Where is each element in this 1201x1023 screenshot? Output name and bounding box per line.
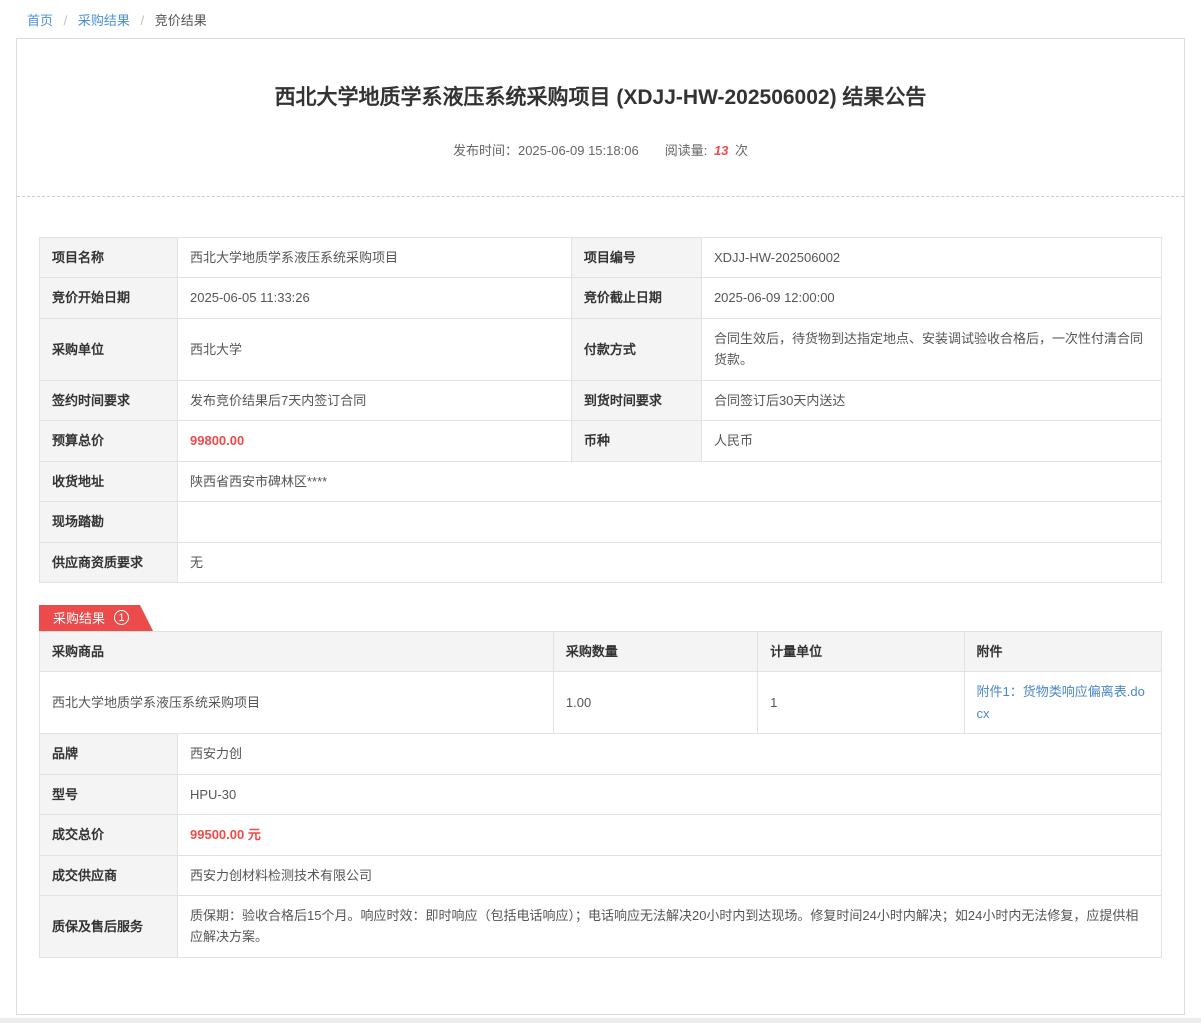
info-value: 陕西省西安市碑林区**** bbox=[178, 461, 1162, 501]
publish-time-label: 发布时间： bbox=[453, 143, 518, 158]
attachment-link[interactable]: 附件1：货物类响应偏离表.docx bbox=[977, 684, 1145, 720]
result-badge-row: 采购结果 1 bbox=[39, 605, 1162, 631]
project-info-table: 项目名称 西北大学地质学系液压系统采购项目 项目编号 XDJJ-HW-20250… bbox=[39, 237, 1162, 583]
result-badge-label: 采购结果 bbox=[53, 608, 105, 627]
table-row: 预算总价 99800.00 币种 人民币 bbox=[40, 421, 1162, 461]
announcement-meta: 发布时间：2025-06-09 15:18:06 阅读量: 13 次 bbox=[17, 140, 1184, 159]
info-value: 西北大学 bbox=[178, 318, 572, 380]
views-unit: 次 bbox=[735, 143, 748, 158]
product-unit: 1 bbox=[758, 672, 964, 734]
views-count: 13 bbox=[714, 143, 728, 158]
info-value: 2025-06-05 11:33:26 bbox=[178, 278, 572, 318]
info-label: 预算总价 bbox=[40, 421, 178, 461]
views-label: 阅读量: bbox=[665, 143, 708, 158]
detail-value: HPU-30 bbox=[178, 774, 1162, 814]
info-label: 供应商资质要求 bbox=[40, 542, 178, 582]
table-row: 采购单位 西北大学 付款方式 合同生效后，待货物到达指定地点、安装调试验收合格后… bbox=[40, 318, 1162, 380]
breadcrumb-separator: / bbox=[64, 13, 68, 28]
info-label: 币种 bbox=[571, 421, 701, 461]
detail-label: 成交总价 bbox=[40, 815, 178, 855]
detail-value: 西安力创 bbox=[178, 734, 1162, 774]
info-value: XDJJ-HW-202506002 bbox=[701, 238, 1161, 278]
column-header: 采购商品 bbox=[40, 631, 554, 671]
detail-label: 型号 bbox=[40, 774, 178, 814]
info-label: 竞价开始日期 bbox=[40, 278, 178, 318]
page-footer-strip bbox=[0, 1018, 1201, 1023]
table-row: 供应商资质要求 无 bbox=[40, 542, 1162, 582]
info-value: 2025-06-09 12:00:00 bbox=[701, 278, 1161, 318]
table-row: 质保及售后服务 质保期：验收合格后15个月。响应时效：即时响应（包括电话响应）；… bbox=[40, 896, 1162, 958]
publish-time-value: 2025-06-09 15:18:06 bbox=[518, 143, 639, 158]
product-attachment-cell: 附件1：货物类响应偏离表.docx bbox=[964, 672, 1161, 734]
result-table: 采购商品 采购数量 计量单位 附件 西北大学地质学系液压系统采购项目 1.00 … bbox=[39, 631, 1162, 734]
product-name: 西北大学地质学系液压系统采购项目 bbox=[40, 672, 554, 734]
table-row: 签约时间要求 发布竞价结果后7天内签订合同 到货时间要求 合同签订后30天内送达 bbox=[40, 380, 1162, 420]
table-row: 成交供应商 西安力创材料检测技术有限公司 bbox=[40, 855, 1162, 895]
table-row: 品牌 西安力创 bbox=[40, 734, 1162, 774]
breadcrumb-home-link[interactable]: 首页 bbox=[27, 13, 53, 28]
info-label: 签约时间要求 bbox=[40, 380, 178, 420]
column-header: 计量单位 bbox=[758, 631, 964, 671]
deal-total-price: 99500.00 元 bbox=[178, 815, 1162, 855]
breadcrumb-separator: / bbox=[141, 13, 145, 28]
info-label: 项目名称 bbox=[40, 238, 178, 278]
breadcrumb: 首页 / 采购结果 / 竞价结果 bbox=[0, 0, 1201, 38]
info-label: 现场踏勘 bbox=[40, 502, 178, 542]
info-label: 到货时间要求 bbox=[571, 380, 701, 420]
dashed-divider bbox=[17, 196, 1184, 197]
product-quantity: 1.00 bbox=[553, 672, 757, 734]
info-value: 无 bbox=[178, 542, 1162, 582]
info-label: 收货地址 bbox=[40, 461, 178, 501]
announcement-card: 西北大学地质学系液压系统采购项目 (XDJJ-HW-202506002) 结果公… bbox=[16, 38, 1185, 1015]
info-label: 采购单位 bbox=[40, 318, 178, 380]
table-row: 型号 HPU-30 bbox=[40, 774, 1162, 814]
breadcrumb-current: 竞价结果 bbox=[155, 13, 207, 28]
result-badge: 采购结果 1 bbox=[39, 605, 153, 631]
detail-value: 质保期：验收合格后15个月。响应时效：即时响应（包括电话响应）；电话响应无法解决… bbox=[178, 896, 1162, 958]
result-detail-table: 品牌 西安力创 型号 HPU-30 成交总价 99500.00 元 成交供应商 … bbox=[39, 733, 1162, 958]
budget-total-value: 99800.00 bbox=[178, 421, 572, 461]
column-header: 附件 bbox=[964, 631, 1161, 671]
table-header-row: 采购商品 采购数量 计量单位 附件 bbox=[40, 631, 1162, 671]
info-value: 人民币 bbox=[701, 421, 1161, 461]
column-header: 采购数量 bbox=[553, 631, 757, 671]
info-value: 发布竞价结果后7天内签订合同 bbox=[178, 380, 572, 420]
info-label: 竞价截止日期 bbox=[571, 278, 701, 318]
breadcrumb-section-link[interactable]: 采购结果 bbox=[78, 13, 130, 28]
detail-value: 西安力创材料检测技术有限公司 bbox=[178, 855, 1162, 895]
detail-label: 品牌 bbox=[40, 734, 178, 774]
page-title: 西北大学地质学系液压系统采购项目 (XDJJ-HW-202506002) 结果公… bbox=[77, 83, 1124, 113]
detail-label: 成交供应商 bbox=[40, 855, 178, 895]
table-row: 成交总价 99500.00 元 bbox=[40, 815, 1162, 855]
info-label: 付款方式 bbox=[571, 318, 701, 380]
table-row: 竞价开始日期 2025-06-05 11:33:26 竞价截止日期 2025-0… bbox=[40, 278, 1162, 318]
info-value: 合同签订后30天内送达 bbox=[701, 380, 1161, 420]
table-row: 现场踏勘 bbox=[40, 502, 1162, 542]
info-value: 合同生效后，待货物到达指定地点、安装调试验收合格后，一次性付清合同货款。 bbox=[701, 318, 1161, 380]
result-count-badge: 1 bbox=[114, 610, 129, 625]
table-row: 收货地址 陕西省西安市碑林区**** bbox=[40, 461, 1162, 501]
table-row: 项目名称 西北大学地质学系液压系统采购项目 项目编号 XDJJ-HW-20250… bbox=[40, 238, 1162, 278]
info-value bbox=[178, 502, 1162, 542]
info-value: 西北大学地质学系液压系统采购项目 bbox=[178, 238, 572, 278]
detail-label: 质保及售后服务 bbox=[40, 896, 178, 958]
info-label: 项目编号 bbox=[571, 238, 701, 278]
table-row: 西北大学地质学系液压系统采购项目 1.00 1 附件1：货物类响应偏离表.doc… bbox=[40, 672, 1162, 734]
